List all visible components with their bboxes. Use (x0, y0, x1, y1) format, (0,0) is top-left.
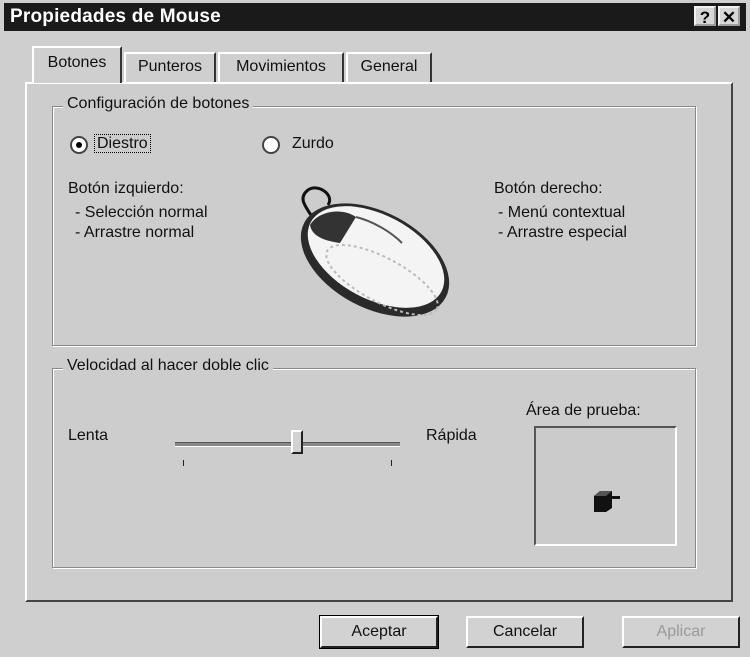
tab-punteros[interactable]: Punteros (124, 52, 216, 82)
slider-tick-max (391, 460, 392, 466)
left-button-heading: Botón izquierdo: (68, 180, 184, 197)
double-click-title: Velocidad al hacer doble clic (63, 357, 273, 375)
radio-zurdo-label[interactable]: Zurdo (292, 135, 334, 153)
right-button-item: - Menú contextual (498, 204, 626, 221)
mouse-properties-window: Propiedades de Mouse ? ✕ Botones Puntero… (0, 0, 750, 657)
right-button-item: - Arrastre especial (498, 224, 627, 241)
close-button[interactable]: ✕ (718, 6, 740, 27)
slider-thumb[interactable] (291, 430, 304, 454)
radio-diestro[interactable] (70, 136, 88, 154)
right-button-heading: Botón derecho: (494, 180, 603, 197)
window-title: Propiedades de Mouse (10, 6, 221, 27)
tab-movimientos[interactable]: Movimientos (218, 52, 344, 82)
left-button-item: - Selección normal (75, 204, 208, 221)
slow-label: Lenta (68, 427, 109, 444)
tab-botones[interactable]: Botones (32, 46, 122, 83)
ok-button[interactable]: Aceptar (319, 615, 439, 649)
radio-diestro-label[interactable]: Diestro (94, 134, 151, 153)
cancel-button[interactable]: Cancelar (466, 616, 584, 648)
test-area-label: Área de prueba: (526, 402, 641, 419)
test-area[interactable] (534, 426, 677, 546)
left-button-item: - Arrastre normal (75, 224, 195, 241)
slider-tick-min (183, 460, 184, 466)
slider-track (175, 442, 400, 447)
button-config-title: Configuración de botones (63, 95, 254, 113)
apply-button[interactable]: Aplicar (622, 616, 740, 648)
radio-zurdo[interactable] (262, 136, 280, 154)
title-bar[interactable]: Propiedades de Mouse ? ✕ (4, 3, 746, 31)
fast-label: Rápida (426, 427, 477, 444)
tab-general[interactable]: General (346, 52, 432, 82)
double-click-speed-slider[interactable] (175, 430, 400, 472)
help-button[interactable]: ? (694, 6, 716, 27)
mouse-icon (300, 186, 450, 317)
jack-in-the-box-icon[interactable] (592, 488, 622, 514)
